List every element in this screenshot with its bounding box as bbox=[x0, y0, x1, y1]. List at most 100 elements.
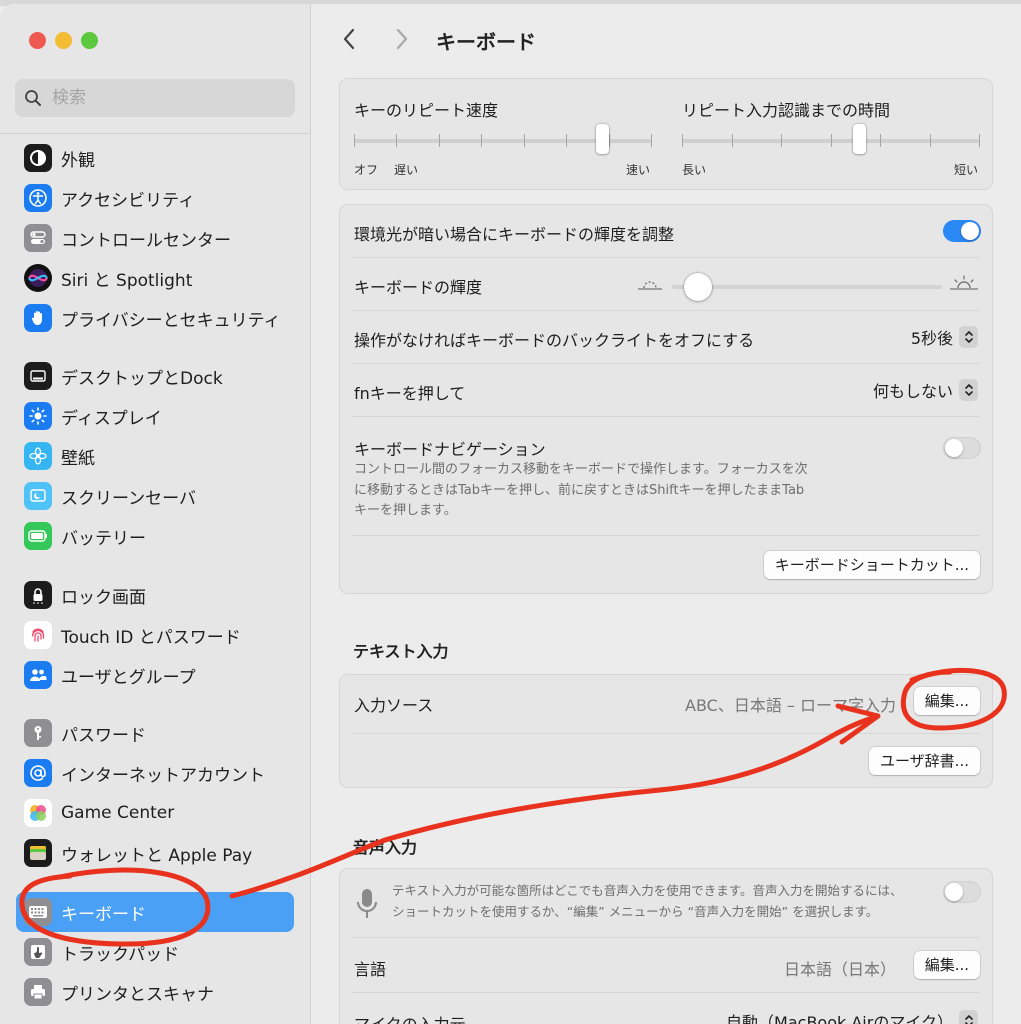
keyboard-navigation-label: キーボードナビゲーション bbox=[354, 440, 546, 459]
sidebar-item-trackpad[interactable]: トラックパッド bbox=[16, 932, 294, 972]
sidebar-item-wallpaper[interactable]: 壁紙 bbox=[16, 436, 294, 476]
sidebar-item-screensaver[interactable]: スクリーンセーバ bbox=[16, 476, 294, 516]
keyboard-navigation-row: キーボードナビゲーション コントロール間のフォーカス移動をキーボードで操作します… bbox=[340, 417, 992, 535]
window-controls bbox=[29, 32, 98, 49]
keyboard-shortcuts-button[interactable]: キーボードショートカット... bbox=[763, 551, 980, 579]
users-icon bbox=[24, 661, 52, 689]
chevron-up-down-icon bbox=[959, 1010, 978, 1024]
sidebar-divider bbox=[0, 133, 310, 134]
sidebar-item-accessibility[interactable]: アクセシビリティ bbox=[16, 178, 294, 218]
input-sources-row: 入力ソース ABC、日本語 – ローマ字入力 編集... bbox=[340, 675, 992, 731]
repeat-delay-min-label: 長い bbox=[682, 163, 707, 177]
sidebar-item-display[interactable]: ディスプレイ bbox=[16, 396, 294, 436]
sun-icon bbox=[24, 402, 52, 430]
brightness-low-icon bbox=[638, 281, 662, 290]
sidebar-item-desktop-dock[interactable]: デスクトップとDock bbox=[16, 356, 294, 396]
slider-knob[interactable] bbox=[596, 124, 609, 154]
divider bbox=[352, 733, 980, 734]
description-line: キーを押します。 bbox=[354, 503, 457, 518]
key-repeat-card: キーのリピート速度 オフ 遅い 速い リピート入力認識までの時間 長い 短い bbox=[339, 78, 993, 190]
slider-tick bbox=[781, 134, 782, 147]
at-icon bbox=[24, 759, 52, 787]
control-center-icon bbox=[24, 224, 52, 252]
appearance-icon bbox=[24, 144, 52, 172]
slider-knob[interactable] bbox=[853, 124, 866, 154]
sidebar-item-privacy[interactable]: プライバシーとセキュリティ bbox=[16, 298, 294, 338]
language-edit-button[interactable]: 編集... bbox=[913, 951, 980, 979]
dictation-description: テキスト入力が可能な箇所はどこでも音声入力を使用できます。音声入力を開始するには… bbox=[392, 881, 903, 922]
chevron-up-down-icon bbox=[959, 326, 978, 348]
microphone-source-value: 自動（MacBook Airのマイク） bbox=[726, 1013, 953, 1024]
search-icon bbox=[25, 90, 41, 106]
settings-window: 外観 アクセシビリティ コントロールセンター Siri と Spotlight bbox=[0, 4, 1021, 1024]
sidebar-item-label: ディスプレイ bbox=[61, 408, 162, 429]
sidebar-item-label: 壁紙 bbox=[61, 448, 95, 469]
sidebar-item-touch-id[interactable]: Touch ID とパスワード bbox=[16, 615, 294, 655]
main-pane: キーボード キーのリピート速度 オフ 遅い 速い リピート入力認識までの時間 長… bbox=[311, 4, 1021, 1024]
dictation-toggle[interactable] bbox=[943, 881, 981, 903]
sidebar-item-label: ウォレットと Apple Pay bbox=[61, 845, 253, 866]
key-icon bbox=[24, 719, 52, 747]
minimize-button[interactable] bbox=[55, 32, 72, 49]
back-button[interactable] bbox=[342, 28, 356, 50]
brightness-slider[interactable] bbox=[672, 273, 942, 301]
language-row: 言語 日本語（日本） 編集... bbox=[340, 938, 992, 992]
slider-tick bbox=[651, 134, 652, 147]
input-sources-edit-button[interactable]: 編集... bbox=[913, 687, 980, 715]
sidebar-item-label: バッテリー bbox=[61, 528, 146, 549]
brightness-label: キーボードの輝度 bbox=[354, 278, 483, 297]
backlight-off-value: 5秒後 bbox=[910, 329, 953, 348]
sidebar-item-label: Touch ID とパスワード bbox=[61, 627, 241, 648]
game-center-icon bbox=[24, 799, 52, 827]
keyboard-icon bbox=[24, 898, 52, 926]
siri-icon bbox=[24, 264, 52, 292]
fn-row: fnキーを押して 何もしない bbox=[340, 364, 992, 416]
keyboard-navigation-toggle[interactable] bbox=[943, 437, 981, 459]
chevron-right-icon bbox=[396, 28, 408, 50]
search-field[interactable] bbox=[15, 79, 295, 117]
sidebar-item-label: トラックパッド bbox=[61, 944, 180, 965]
sidebar-item-printers[interactable]: プリンタとスキャナ bbox=[16, 972, 294, 1012]
sidebar-item-passwords[interactable]: パスワード bbox=[16, 713, 294, 753]
user-dictionary-button[interactable]: ユーザ辞書... bbox=[868, 747, 980, 775]
backlight-off-row: 操作がなければキーボードのバックライトをオフにする 5秒後 bbox=[340, 311, 992, 363]
lock-icon bbox=[24, 581, 52, 609]
sidebar-item-control-center[interactable]: コントロールセンター bbox=[16, 218, 294, 258]
sidebar-item-label: Siri と Spotlight bbox=[61, 270, 193, 291]
fn-popup[interactable]: 何もしない bbox=[873, 378, 978, 402]
close-button[interactable] bbox=[29, 32, 46, 49]
search-input[interactable] bbox=[50, 87, 284, 109]
wallpaper-icon bbox=[24, 442, 52, 470]
sidebar-item-lock-screen[interactable]: ロック画面 bbox=[16, 575, 294, 615]
language-value: 日本語（日本） bbox=[783, 960, 896, 979]
backlight-off-popup[interactable]: 5秒後 bbox=[911, 325, 978, 349]
ambient-toggle[interactable] bbox=[943, 220, 981, 242]
zoom-button[interactable] bbox=[81, 32, 98, 49]
sidebar-item-appearance[interactable]: 外観 bbox=[16, 138, 294, 178]
sidebar-item-keyboard[interactable]: キーボード bbox=[16, 892, 294, 932]
repeat-delay-max-label: 短い bbox=[954, 163, 979, 177]
sidebar-item-siri-spotlight[interactable]: Siri と Spotlight bbox=[16, 258, 294, 298]
sidebar-item-label: デスクトップとDock bbox=[61, 368, 223, 389]
chevron-left-icon bbox=[343, 28, 355, 50]
repeat-rate-max-label: 速い bbox=[626, 163, 651, 177]
sidebar-item-wallet[interactable]: ウォレットと Apple Pay bbox=[16, 833, 294, 873]
slider-tick bbox=[524, 134, 525, 147]
sidebar-item-battery[interactable]: バッテリー bbox=[16, 516, 294, 556]
repeat-delay-slider[interactable] bbox=[682, 124, 980, 154]
hand-icon bbox=[24, 304, 52, 332]
sidebar-item-label: コントロールセンター bbox=[61, 230, 231, 251]
description-line: に移動するときはTabキーを押し、前に戻すときはShiftキーを押したままTab bbox=[354, 482, 805, 498]
sidebar-item-internet-accounts[interactable]: インターネットアカウント bbox=[16, 753, 294, 793]
microphone-source-popup[interactable]: 自動（MacBook Airのマイク） bbox=[726, 1009, 978, 1024]
fn-label: fnキーを押して bbox=[354, 384, 466, 403]
slider-tick bbox=[439, 134, 440, 147]
screensaver-icon bbox=[24, 482, 52, 510]
page-title: キーボード bbox=[436, 30, 536, 54]
brightness-knob[interactable] bbox=[684, 273, 712, 301]
sidebar-item-users-groups[interactable]: ユーザとグループ bbox=[16, 655, 294, 695]
sidebar-item-game-center[interactable]: Game Center bbox=[16, 793, 294, 833]
sidebar-item-label: ロック画面 bbox=[61, 587, 146, 608]
repeat-rate-slider[interactable] bbox=[354, 124, 652, 154]
forward-button[interactable] bbox=[395, 28, 409, 50]
